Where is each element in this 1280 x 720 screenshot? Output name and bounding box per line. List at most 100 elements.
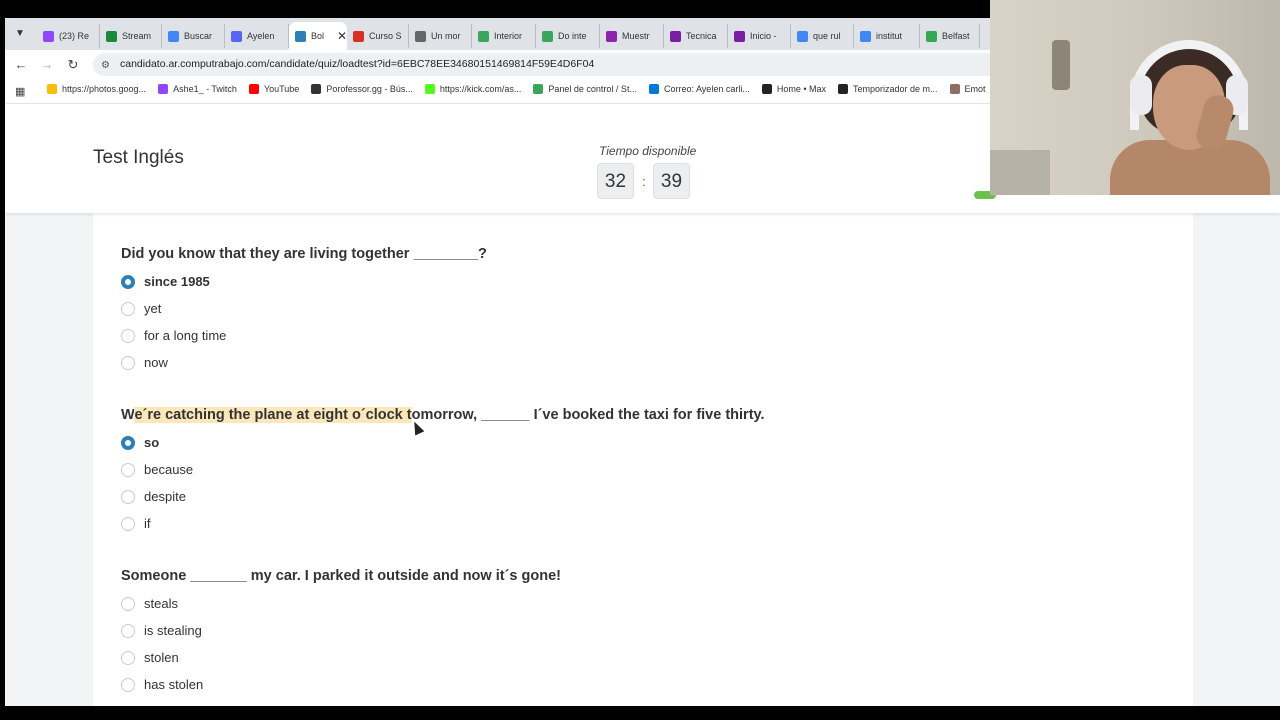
bookmark-item[interactable]: https://kick.com/as... bbox=[424, 84, 521, 94]
bookmark-item[interactable]: Panel de control / St... bbox=[533, 84, 637, 94]
question-1-option-4[interactable]: now bbox=[121, 355, 168, 370]
timer-seconds: 39 bbox=[653, 163, 690, 199]
radio-button[interactable] bbox=[121, 677, 135, 692]
tab-favicon-icon bbox=[415, 30, 426, 42]
tab-favicon-icon bbox=[926, 30, 937, 42]
browser-tab[interactable]: Ayelen bbox=[225, 24, 289, 48]
bookmark-item[interactable]: Temporizador de m... bbox=[838, 84, 938, 94]
url-text[interactable]: candidato.ar.computrabajo.com/candidate/… bbox=[120, 58, 594, 70]
question-1-option-1[interactable]: since 1985 bbox=[121, 274, 210, 289]
bookmark-label: Temporizador de m... bbox=[853, 84, 938, 94]
reload-icon[interactable]: ↻ bbox=[65, 57, 81, 73]
browser-tab[interactable]: Interior bbox=[472, 24, 536, 48]
question-3-option-2[interactable]: is stealing bbox=[121, 623, 202, 638]
tab-label: Bol bbox=[311, 31, 325, 41]
browser-tab[interactable]: Buscar bbox=[162, 24, 225, 48]
radio-button[interactable] bbox=[121, 516, 135, 531]
bookmark-item[interactable]: YouTube bbox=[248, 84, 300, 94]
question-3-option-4[interactable]: has stolen bbox=[121, 677, 203, 692]
tab-label: Stream bbox=[122, 31, 152, 41]
bookmark-item[interactable]: Ashe1_ - Twitch bbox=[158, 84, 237, 94]
site-settings-icon[interactable]: ⚙ bbox=[101, 60, 110, 71]
bookmarks-list: https://photos.goog... Ashe1_ - Twitch You… bbox=[47, 84, 986, 94]
bookmark-label: Emot bbox=[964, 84, 986, 94]
tab-favicon-icon bbox=[734, 30, 745, 42]
bookmark-item[interactable]: Porofessor.gg - Bús... bbox=[311, 84, 413, 94]
radio-button[interactable] bbox=[121, 623, 135, 638]
question-2-text-end: omorrow, ______ I´ve booked the taxi for… bbox=[411, 407, 765, 423]
radio-button[interactable] bbox=[121, 355, 135, 370]
radio-button[interactable] bbox=[121, 462, 135, 477]
tab-label: Un mor bbox=[431, 31, 461, 41]
tab-favicon-icon bbox=[106, 30, 117, 42]
browser-tab[interactable]: Stream bbox=[100, 24, 162, 48]
bookmark-label: YouTube bbox=[263, 84, 300, 94]
bookmark-favicon-icon bbox=[158, 84, 169, 94]
question-2-option-4[interactable]: if bbox=[121, 516, 151, 531]
radio-button[interactable] bbox=[121, 489, 135, 504]
page-title: Test Inglés bbox=[93, 147, 184, 168]
browser-tab[interactable]: Do inte bbox=[536, 24, 600, 48]
browser-tab[interactable]: Bol ✕ bbox=[289, 22, 347, 50]
tab-search-chevron-icon[interactable]: ▼ bbox=[13, 27, 27, 41]
tab-label: (23) Re bbox=[59, 31, 90, 41]
option-label: for a long time bbox=[144, 328, 227, 343]
question-3-option-3[interactable]: stolen bbox=[121, 650, 179, 665]
bookmark-item[interactable]: Home • Max bbox=[761, 84, 826, 94]
webcam-overlay bbox=[990, 0, 1280, 195]
browser-tab[interactable]: Tecnica bbox=[664, 24, 728, 48]
apps-grid-icon[interactable]: ▦ bbox=[15, 85, 25, 98]
forward-arrow-icon[interactable]: → bbox=[39, 57, 55, 72]
browser-tab[interactable]: Muestr bbox=[600, 24, 664, 48]
bookmark-favicon-icon bbox=[47, 84, 57, 94]
tab-label: Interior bbox=[494, 31, 523, 41]
option-label: since 1985 bbox=[144, 274, 210, 289]
tab-strip: (23) Re Stream Buscar Ayelen Bol ✕ Curso S Un m… bbox=[37, 22, 980, 50]
tab-label: Belfast bbox=[942, 31, 970, 41]
question-2-option-3[interactable]: despite bbox=[121, 489, 186, 504]
browser-tab[interactable]: que rul bbox=[791, 24, 854, 48]
option-label: if bbox=[144, 516, 151, 531]
question-2-text: We´re catching the plane at eight o´cloc… bbox=[121, 407, 765, 423]
bookmark-label: Home • Max bbox=[776, 84, 826, 94]
radio-button[interactable] bbox=[121, 596, 135, 611]
radio-button[interactable] bbox=[121, 650, 135, 665]
bookmark-label: Panel de control / St... bbox=[548, 84, 637, 94]
bookmark-item[interactable]: Correo: Ayelen carli... bbox=[648, 84, 750, 94]
radio-button[interactable] bbox=[121, 328, 135, 343]
browser-tab[interactable]: Un mor bbox=[409, 24, 472, 48]
bookmark-favicon-icon bbox=[648, 84, 659, 94]
browser-tab[interactable]: Inicio - bbox=[728, 24, 791, 48]
tab-favicon-icon bbox=[43, 30, 54, 42]
radio-button[interactable] bbox=[121, 435, 135, 450]
timer-minutes: 32 bbox=[597, 163, 634, 199]
question-1-option-2[interactable]: yet bbox=[121, 301, 161, 316]
browser-tab[interactable]: Belfast bbox=[920, 24, 980, 48]
bookmark-favicon-icon bbox=[311, 84, 322, 94]
question-2-option-1[interactable]: so bbox=[121, 435, 159, 450]
browser-tab[interactable]: institut bbox=[854, 24, 920, 48]
browser-tab[interactable]: (23) Re bbox=[37, 24, 100, 48]
bottom-black-bar bbox=[0, 706, 1280, 720]
option-label: stolen bbox=[144, 650, 179, 665]
bookmark-item[interactable]: Emot bbox=[949, 84, 986, 94]
quiz-page: Test Inglés Tiempo disponible 32 : 39 Di… bbox=[5, 105, 1280, 706]
tab-favicon-icon bbox=[797, 30, 808, 42]
close-tab-icon[interactable]: ✕ bbox=[337, 29, 347, 43]
question-3-option-1[interactable]: steals bbox=[121, 596, 178, 611]
option-label: has stolen bbox=[144, 677, 204, 692]
tab-label: Do inte bbox=[558, 31, 587, 41]
bookmark-favicon-icon bbox=[248, 84, 259, 94]
bookmark-item[interactable]: https://photos.goog... bbox=[47, 84, 146, 94]
browser-tab[interactable]: Curso S bbox=[347, 24, 409, 48]
radio-button[interactable] bbox=[121, 274, 135, 289]
back-arrow-icon[interactable]: ← bbox=[13, 57, 29, 72]
bookmark-label: Correo: Ayelen carli... bbox=[663, 84, 750, 94]
tab-label: Buscar bbox=[184, 31, 213, 41]
question-2-option-2[interactable]: because bbox=[121, 462, 193, 477]
radio-button[interactable] bbox=[121, 301, 135, 316]
tab-favicon-icon bbox=[478, 30, 489, 42]
tab-label: Ayelen bbox=[247, 31, 275, 41]
question-1-option-3[interactable]: for a long time bbox=[121, 328, 226, 343]
bookmark-label: Porofessor.gg - Bús... bbox=[326, 84, 413, 94]
